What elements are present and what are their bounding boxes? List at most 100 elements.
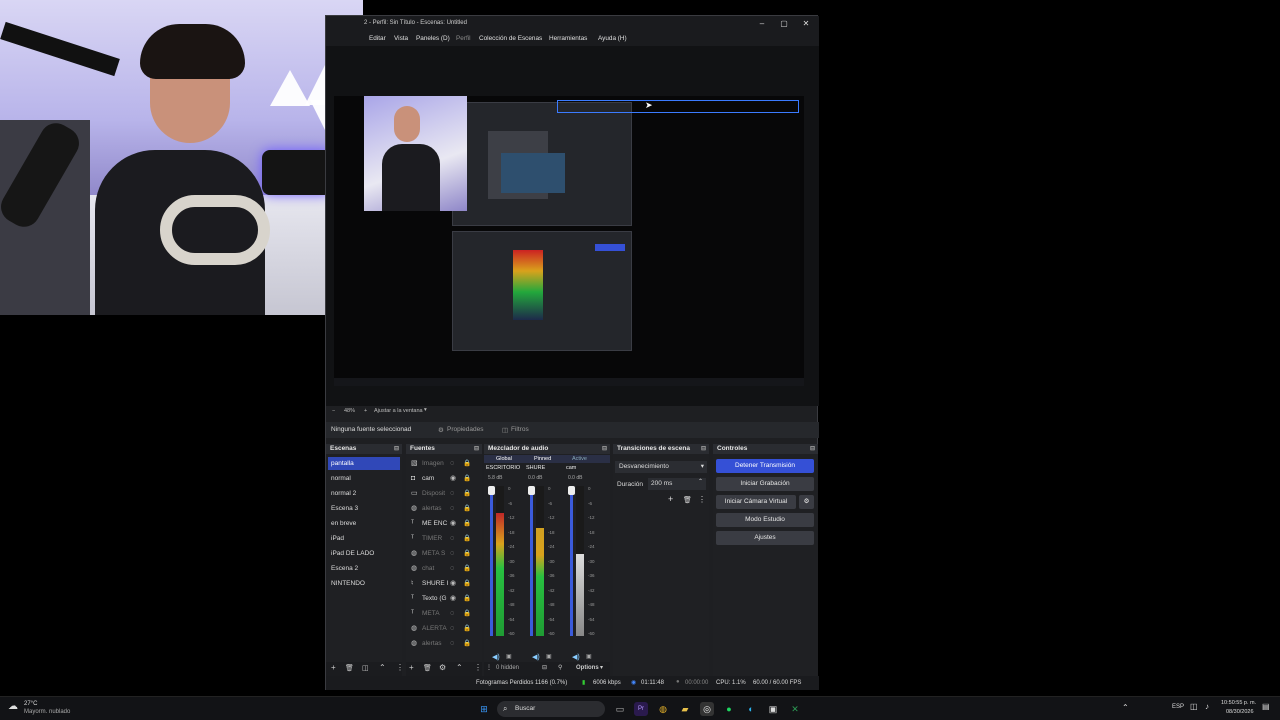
source-item[interactable]: ᵀ TIMER ◌ 🔒 <box>408 532 482 545</box>
zoom-in-icon[interactable]: + <box>364 408 367 414</box>
close-button[interactable]: ✕ <box>800 18 812 30</box>
source-item[interactable]: ◍ chat ◌ 🔒 <box>408 562 482 575</box>
stop-stream-button[interactable]: Detener Transmisión <box>716 459 814 473</box>
options-button[interactable]: Options <box>576 665 599 671</box>
preview-canvas[interactable] <box>334 96 804 386</box>
start-record-button[interactable]: Iniciar Grabación <box>716 477 814 491</box>
gear-icon[interactable]: ⚙ <box>799 495 814 509</box>
channel-name[interactable]: ESCRITORIO <box>486 465 520 471</box>
menu-vista[interactable]: Vista <box>394 35 408 42</box>
eye-hidden-icon[interactable]: ◌ <box>450 547 454 560</box>
menu-herramientas[interactable]: Herramientas <box>549 35 587 42</box>
source-item[interactable]: ᵀ META ◌ 🔒 <box>408 607 482 620</box>
settings-button[interactable]: Ajustes <box>716 531 814 545</box>
spotify-icon[interactable]: ● <box>722 702 736 716</box>
lock-icon[interactable]: 🔒 <box>463 502 471 515</box>
scene-item[interactable]: iPad <box>328 532 400 545</box>
link-icon[interactable]: ⚲ <box>558 664 562 671</box>
menu-perfil[interactable]: Perfil <box>456 35 471 42</box>
lock-icon[interactable]: 🔒 <box>463 457 471 470</box>
language-indicator[interactable]: ESP <box>1172 704 1184 710</box>
eye-icon[interactable]: ◉ <box>450 472 456 485</box>
source-item[interactable]: ◍ META S ◌ 🔒 <box>408 547 482 560</box>
lock-icon[interactable]: 🔒 <box>463 547 471 560</box>
zoom-out-icon[interactable]: − <box>332 408 335 414</box>
task-view-icon[interactable]: ▭ <box>613 702 627 716</box>
excel-icon[interactable]: ✕ <box>788 702 802 716</box>
trash-icon[interactable]: 🗑 <box>345 664 354 672</box>
tab-active[interactable]: Active <box>572 456 587 462</box>
channel-settings-icon[interactable]: ▣ <box>506 653 512 660</box>
preview-area[interactable]: ➤ <box>326 46 819 406</box>
scene-item[interactable]: Escena 3 <box>328 502 400 515</box>
premiere-icon[interactable]: Pr <box>634 702 648 716</box>
network-icon[interactable]: ◫ <box>1190 702 1198 711</box>
lock-icon[interactable]: 🔒 <box>463 622 471 635</box>
properties-button[interactable]: Propiedades <box>447 426 484 433</box>
scene-item[interactable]: iPad DE LADO <box>328 547 400 560</box>
trash-icon[interactable]: 🗑 <box>683 496 692 504</box>
layout-icon[interactable]: ⊟ <box>542 664 547 671</box>
scene-item[interactable]: en breve <box>328 517 400 530</box>
channel-settings-icon[interactable]: ▣ <box>586 653 592 660</box>
source-item[interactable]: ᵀ ME ENC ◉ 🔒 <box>408 517 482 530</box>
channel-name[interactable]: SHURE <box>526 465 545 471</box>
dock-menu-icon[interactable]: ⊟ <box>701 444 706 454</box>
add-icon[interactable]: + <box>668 494 673 504</box>
gear-icon[interactable]: ⚙ <box>439 663 446 672</box>
eye-icon[interactable]: ◉ <box>450 577 456 590</box>
eye-hidden-icon[interactable]: ◌ <box>450 637 454 650</box>
channel-settings-icon[interactable]: ▣ <box>546 653 552 660</box>
source-item[interactable]: ◍ ALERTA ◌ 🔒 <box>408 622 482 635</box>
studio-mode-button[interactable]: Modo Estudio <box>716 513 814 527</box>
add-icon[interactable]: + <box>331 663 336 672</box>
lock-icon[interactable]: 🔒 <box>463 532 471 545</box>
speaker-icon[interactable]: ◀) <box>492 653 500 661</box>
lock-icon[interactable]: 🔒 <box>463 472 471 485</box>
notification-icon[interactable]: ▤ <box>1262 702 1270 711</box>
edge-icon[interactable]: ◐ <box>744 702 758 716</box>
minimize-button[interactable]: – <box>756 18 768 30</box>
spinner-icon[interactable]: ⌃ <box>698 476 703 488</box>
lock-icon[interactable]: 🔒 <box>463 607 471 620</box>
eye-hidden-icon[interactable]: ◌ <box>450 502 454 515</box>
volume-slider[interactable] <box>570 486 573 636</box>
eye-hidden-icon[interactable]: ◌ <box>450 487 454 500</box>
eye-hidden-icon[interactable]: ◌ <box>450 532 454 545</box>
scene-item[interactable]: normal <box>328 472 400 485</box>
taskbar-search[interactable]: ⌕ Buscar <box>497 701 605 717</box>
transition-select[interactable]: Desvanecimiento ▾ <box>615 461 707 473</box>
menu-ayuda[interactable]: Ayuda (H) <box>598 35 627 42</box>
dock-menu-icon[interactable]: ⊟ <box>810 444 815 454</box>
speaker-icon[interactable]: ◀) <box>572 653 580 661</box>
source-item[interactable]: ◘ cam ◉ 🔒 <box>408 472 482 485</box>
eye-hidden-icon[interactable]: ◌ <box>450 607 454 620</box>
eye-icon[interactable]: ◉ <box>450 592 456 605</box>
add-icon[interactable]: + <box>409 663 414 672</box>
source-item[interactable]: ᵀ Texto (G ◉ 🔒 <box>408 592 482 605</box>
source-item[interactable]: ◍ alertas ◌ 🔒 <box>408 637 482 650</box>
windows-start-icon[interactable]: ⊞ <box>477 702 491 716</box>
slider-handle[interactable] <box>488 486 495 495</box>
menu-paneles[interactable]: Paneles (D) <box>416 35 450 42</box>
lock-icon[interactable]: 🔒 <box>463 592 471 605</box>
selection-box[interactable] <box>557 100 799 113</box>
store-icon[interactable]: ▣ <box>766 702 780 716</box>
source-item[interactable]: ▧ Imagen ◌ 🔒 <box>408 457 482 470</box>
clock-time[interactable]: 10:50:55 p. m. <box>1221 700 1256 706</box>
zoom-fit[interactable]: Ajustar a la ventana <box>374 408 423 414</box>
lock-icon[interactable]: 🔒 <box>463 487 471 500</box>
eye-hidden-icon[interactable]: ◌ <box>450 562 454 575</box>
more-icon[interactable]: ⋮ <box>486 664 492 671</box>
scene-item[interactable]: Escena 2 <box>328 562 400 575</box>
dock-menu-icon[interactable]: ⊟ <box>474 444 479 454</box>
dock-menu-icon[interactable]: ⊟ <box>394 444 399 454</box>
speaker-icon[interactable]: ◀) <box>532 653 540 661</box>
weather-icon[interactable]: ☁ <box>8 701 18 712</box>
channel-name[interactable]: cam <box>566 465 576 471</box>
up-arrow-icon[interactable]: ⌃ <box>456 663 463 672</box>
chevron-up-icon[interactable]: ⌃ <box>1122 703 1129 712</box>
lock-icon[interactable]: 🔒 <box>463 517 471 530</box>
slider-handle[interactable] <box>528 486 535 495</box>
dock-menu-icon[interactable]: ⊟ <box>602 444 607 454</box>
